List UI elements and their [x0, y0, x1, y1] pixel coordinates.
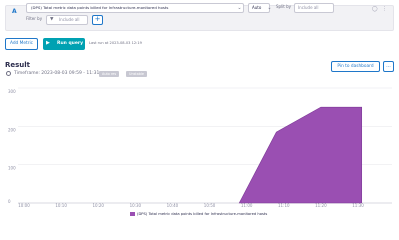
split-by-label: Split by [276, 4, 292, 9]
legend-swatch [130, 212, 135, 216]
y-tick-label: 0 [8, 199, 11, 204]
legend-label: (DPS) Total metric data points billed fo… [137, 212, 268, 216]
y-tick-label: 100 [8, 166, 16, 171]
clock-icon [6, 71, 11, 76]
run-query-label: Run query [57, 41, 84, 46]
y-tick-label: 300 [8, 89, 16, 94]
x-tick-label: 11:00 [241, 203, 253, 208]
timeframe-text: Timeframe: 2023-08-03 09:59 - 11:31 [14, 71, 100, 76]
x-tick-label: 10:20 [92, 203, 104, 208]
add-metric-button[interactable]: Add Metric [5, 38, 38, 50]
query-letter: A [12, 8, 17, 15]
x-tick-label: 10:30 [130, 203, 142, 208]
resolution-tag: Auto res [99, 71, 120, 77]
chevron-down-icon[interactable]: ⌄ [265, 3, 274, 13]
pin-to-dashboard-button[interactable]: Pin to dashboard [331, 61, 380, 72]
more-actions-button[interactable]: ... [383, 61, 394, 72]
x-tick-label: 11:10 [278, 203, 290, 208]
area-series[interactable] [238, 106, 363, 204]
more-options-icon[interactable]: ⋮ [382, 6, 387, 12]
play-icon: ▶ [46, 40, 50, 46]
filter-icon: ▼ [50, 17, 54, 22]
toggle-icon[interactable]: ◯ [372, 6, 378, 12]
x-tick-label: 10:40 [167, 203, 179, 208]
y-tick-label: 200 [8, 127, 16, 132]
x-tick-label: 11:30 [352, 203, 364, 208]
x-tick-label: 10:00 [18, 203, 30, 208]
result-title: Result [5, 61, 31, 69]
x-tick-label: 10:10 [55, 203, 67, 208]
last-run-text: Last run at 2023-08-03 12:19 [89, 41, 142, 45]
x-tick-label: 11:20 [315, 203, 327, 208]
metric-selector[interactable]: (DPS) Total metric data points billed fo… [26, 3, 244, 13]
filter-by-label: Filter by [26, 16, 43, 21]
chart-legend: (DPS) Total metric data points billed fo… [130, 212, 267, 216]
status-tag: Unstable [126, 71, 147, 77]
split-by-input[interactable]: Include all [294, 3, 334, 13]
chevron-down-icon[interactable]: ⌄ [235, 3, 244, 13]
area-chart: 0 100 200 300 10:00 10:10 10:20 10:30 10:40 10:50… [8, 87, 392, 208]
add-filter-button[interactable]: + [92, 15, 103, 25]
x-tick-label: 10:50 [204, 203, 216, 208]
